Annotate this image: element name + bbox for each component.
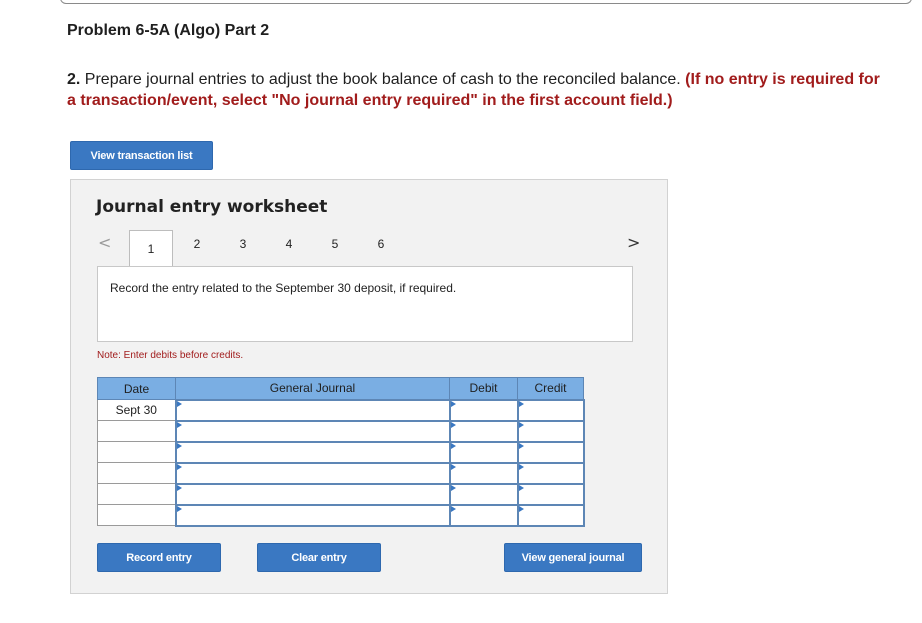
date-cell[interactable]	[97, 483, 176, 505]
date-cell[interactable]	[97, 462, 176, 484]
date-cell[interactable]	[97, 420, 176, 442]
date-cell[interactable]	[97, 441, 176, 463]
instructions: 2. Prepare journal entries to adjust the…	[67, 69, 887, 111]
instruction-text: Prepare journal entries to adjust the bo…	[80, 71, 686, 88]
clear-entry-button[interactable]: Clear entry	[257, 543, 381, 572]
table-row	[97, 503, 585, 527]
table-row	[97, 482, 585, 506]
date-cell[interactable]: Sept 30	[97, 399, 176, 421]
journal-entry-worksheet-panel: Journal entry worksheet < 1 2 3 4 5 6 > …	[70, 179, 668, 594]
table-row: Sept 30	[97, 398, 585, 422]
debit-input[interactable]	[448, 461, 519, 485]
tab-1[interactable]: 1	[129, 230, 173, 266]
account-input[interactable]	[174, 419, 451, 443]
debit-input[interactable]	[448, 419, 519, 443]
prev-arrow-icon[interactable]: <	[98, 233, 111, 252]
tab-4[interactable]: 4	[267, 230, 311, 258]
tab-6[interactable]: 6	[359, 230, 403, 258]
prompt-box: Record the entry related to the Septembe…	[97, 266, 633, 342]
view-transaction-list-button[interactable]: View transaction list	[70, 141, 213, 170]
table-row	[97, 440, 585, 464]
view-general-journal-button[interactable]: View general journal	[504, 543, 642, 572]
table-row	[97, 419, 585, 443]
next-arrow-icon[interactable]: >	[627, 233, 640, 252]
general-journal-header: General Journal	[175, 377, 450, 400]
debit-input[interactable]	[448, 398, 519, 422]
debits-note: Note: Enter debits before credits.	[97, 350, 244, 361]
account-input[interactable]	[174, 482, 451, 506]
worksheet-title: Journal entry worksheet	[96, 197, 328, 217]
debit-header: Debit	[449, 377, 518, 400]
account-input[interactable]	[174, 440, 451, 464]
debit-input[interactable]	[448, 482, 519, 506]
debit-input[interactable]	[448, 503, 519, 527]
credit-input[interactable]	[516, 398, 585, 422]
debit-input[interactable]	[448, 440, 519, 464]
tab-3[interactable]: 3	[221, 230, 265, 258]
account-input[interactable]	[174, 461, 451, 485]
credit-input[interactable]	[516, 419, 585, 443]
journal-table: Date General Journal Debit Credit Sept 3…	[97, 377, 585, 527]
prompt-text: Record the entry related to the Septembe…	[110, 281, 457, 295]
credit-input[interactable]	[516, 482, 585, 506]
account-input[interactable]	[174, 503, 451, 527]
credit-input[interactable]	[516, 503, 585, 527]
tab-5[interactable]: 5	[313, 230, 357, 258]
credit-input[interactable]	[516, 461, 585, 485]
credit-header: Credit	[517, 377, 584, 400]
instruction-number: 2.	[67, 71, 81, 88]
tab-2[interactable]: 2	[175, 230, 219, 258]
table-row	[97, 461, 585, 485]
record-entry-button[interactable]: Record entry	[97, 543, 221, 572]
credit-input[interactable]	[516, 440, 585, 464]
date-header: Date	[97, 377, 176, 400]
account-input[interactable]	[174, 398, 451, 422]
page-title: Problem 6-5A (Algo) Part 2	[67, 22, 270, 39]
date-cell[interactable]	[97, 504, 176, 526]
previous-section-frame	[60, 0, 912, 4]
